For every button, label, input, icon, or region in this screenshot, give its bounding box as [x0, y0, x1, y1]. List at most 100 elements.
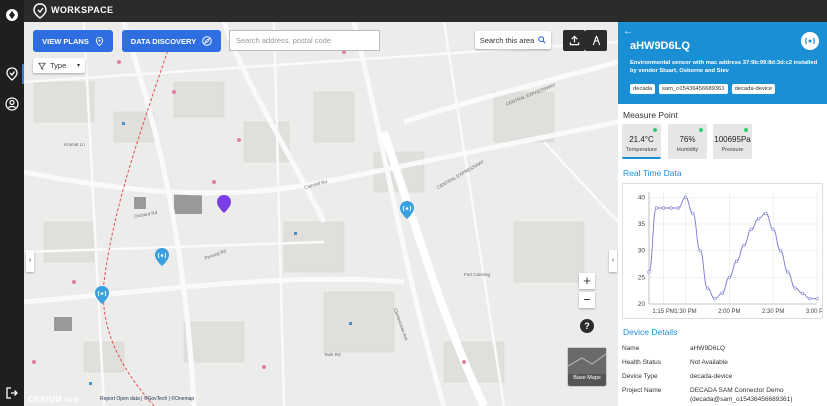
- detail-row: Health Status Not Available: [622, 359, 822, 368]
- measure-temperature[interactable]: 21.4°C Temperature: [622, 124, 661, 159]
- map-view[interactable]: CENTRAL EXPRESSWAY CENTRAL EXPRESSWAY Ca…: [24, 22, 618, 406]
- data-point[interactable]: [771, 227, 775, 231]
- data-point[interactable]: [815, 297, 819, 301]
- detail-key: Device Type: [622, 373, 658, 380]
- measure-value: 100695Pa: [714, 135, 751, 144]
- measure-value: 21.4°C: [629, 135, 654, 144]
- top-bar: WORKSPACE: [0, 0, 827, 22]
- street-label: Fort Canning: [464, 272, 491, 277]
- compass-tool-icon: [592, 35, 600, 46]
- upload-icon: [569, 35, 579, 46]
- base-map-thumbnail-icon: [567, 348, 607, 374]
- y-tick-label: 25: [638, 274, 646, 281]
- measure-humidity[interactable]: 76% Humidity: [668, 124, 707, 159]
- view-plans-button[interactable]: VIEW PLANS: [33, 30, 113, 52]
- data-point[interactable]: [720, 291, 724, 295]
- data-point[interactable]: [669, 206, 673, 210]
- y-tick-label: 40: [638, 194, 646, 201]
- search-icon: [538, 36, 546, 44]
- detail-value: decada-device: [690, 373, 733, 380]
- data-point[interactable]: [742, 243, 746, 247]
- detail-value: aHW9D6LQ: [690, 345, 726, 352]
- data-point[interactable]: [786, 270, 790, 274]
- map-background: [24, 22, 618, 406]
- device-details-title: Device Details: [623, 327, 678, 337]
- data-point[interactable]: [691, 211, 695, 215]
- data-point[interactable]: [647, 270, 651, 274]
- type-filter-dropdown[interactable]: Type ▾: [33, 58, 85, 73]
- selected-sensor-marker[interactable]: [217, 195, 231, 213]
- device-description: Environmental sensor with mac address 37…: [630, 60, 818, 74]
- data-point[interactable]: [683, 195, 688, 199]
- data-point[interactable]: [654, 206, 658, 210]
- x-tick-label: 3:00 PM: [806, 309, 822, 315]
- base-maps-label: Base Maps: [573, 375, 601, 381]
- logout-icon[interactable]: [5, 386, 19, 400]
- x-tick-label: 1:15 PM: [652, 309, 674, 315]
- tag: decada-device: [731, 84, 776, 94]
- address-search-input[interactable]: Search address, postal code: [229, 30, 380, 51]
- sensor-marker[interactable]: [95, 286, 109, 304]
- realtime-title: Real Time Data: [623, 168, 682, 178]
- profile-icon[interactable]: [5, 97, 19, 111]
- cesium-ion-logo: CESIUM ion: [28, 395, 79, 404]
- data-point[interactable]: [800, 291, 804, 295]
- device-tags: decada sam_o15436456689361 decada-device: [630, 84, 776, 94]
- data-point[interactable]: [793, 286, 797, 290]
- zoom-in-button[interactable]: +: [579, 273, 595, 289]
- street-label: Tank Rd: [324, 352, 341, 357]
- measure-pressure[interactable]: 100695Pa Pressure: [713, 124, 752, 159]
- chevron-down-icon: ▾: [76, 63, 80, 69]
- data-point[interactable]: [676, 206, 680, 210]
- tag: sam_o15436456689361: [659, 84, 728, 94]
- y-tick-label: 20: [638, 301, 646, 308]
- sensor-marker[interactable]: [155, 248, 169, 266]
- detail-value: Not Available: [690, 359, 728, 366]
- measure-label: Humidity: [676, 147, 699, 153]
- detail-key: Project Name: [622, 387, 662, 394]
- status-dot: [699, 128, 703, 132]
- workspace-nav-icon[interactable]: [5, 67, 19, 81]
- data-point[interactable]: [735, 259, 739, 263]
- compass-icon: [202, 36, 213, 46]
- zoom-out-button[interactable]: −: [579, 292, 595, 308]
- app-logo-icon[interactable]: [5, 8, 19, 22]
- tag: decada: [630, 84, 656, 94]
- base-maps-button[interactable]: Base Maps: [567, 347, 607, 387]
- status-dot: [653, 128, 657, 132]
- filter-icon: [38, 62, 46, 70]
- search-this-area-button[interactable]: Search this area: [475, 31, 551, 49]
- data-point[interactable]: [778, 249, 783, 253]
- data-point[interactable]: [764, 211, 768, 215]
- help-button[interactable]: ?: [580, 319, 594, 333]
- x-tick-label: 2:30 PM: [762, 309, 784, 315]
- data-point[interactable]: [727, 275, 731, 279]
- line-chart: 20 25 30 35 40 1:15 PM 1:30 PM 2:00 PM 2:30 PM 3:…: [638, 192, 827, 315]
- device-header: ← aHW9D6LQ Environmental sensor with mac…: [618, 22, 827, 104]
- y-tick-label: 35: [638, 221, 646, 228]
- measure-label: Pressure: [721, 147, 744, 153]
- device-name: aHW9D6LQ: [630, 40, 690, 52]
- detail-row: Device Type decada-device: [622, 373, 822, 382]
- data-point[interactable]: [662, 206, 666, 210]
- data-point[interactable]: [749, 227, 753, 231]
- measure-tool-button[interactable]: [585, 30, 607, 51]
- status-dot: [744, 128, 748, 132]
- measure-point-title: Measure Point: [623, 110, 678, 120]
- data-point[interactable]: [705, 286, 710, 290]
- sensor-marker[interactable]: [400, 201, 414, 219]
- data-point[interactable]: [756, 217, 761, 221]
- street-label: Kramat Ln: [64, 142, 85, 147]
- y-tick-label: 30: [638, 248, 646, 255]
- detail-key: Health Status: [622, 359, 662, 366]
- collapse-right-arrow[interactable]: ›: [609, 250, 617, 272]
- data-discovery-button[interactable]: DATA DISCOVERY: [122, 30, 221, 52]
- back-arrow-icon[interactable]: ←: [623, 26, 633, 37]
- collapse-left-arrow[interactable]: ›: [26, 250, 34, 272]
- data-point[interactable]: [698, 249, 702, 253]
- data-point[interactable]: [713, 297, 717, 301]
- x-tick-label: 2:00 PM: [718, 309, 740, 315]
- map-credits[interactable]: Report Open data | ©GovTech | ©Onemap: [100, 396, 194, 402]
- upload-button[interactable]: [563, 30, 585, 51]
- data-point[interactable]: [808, 297, 812, 301]
